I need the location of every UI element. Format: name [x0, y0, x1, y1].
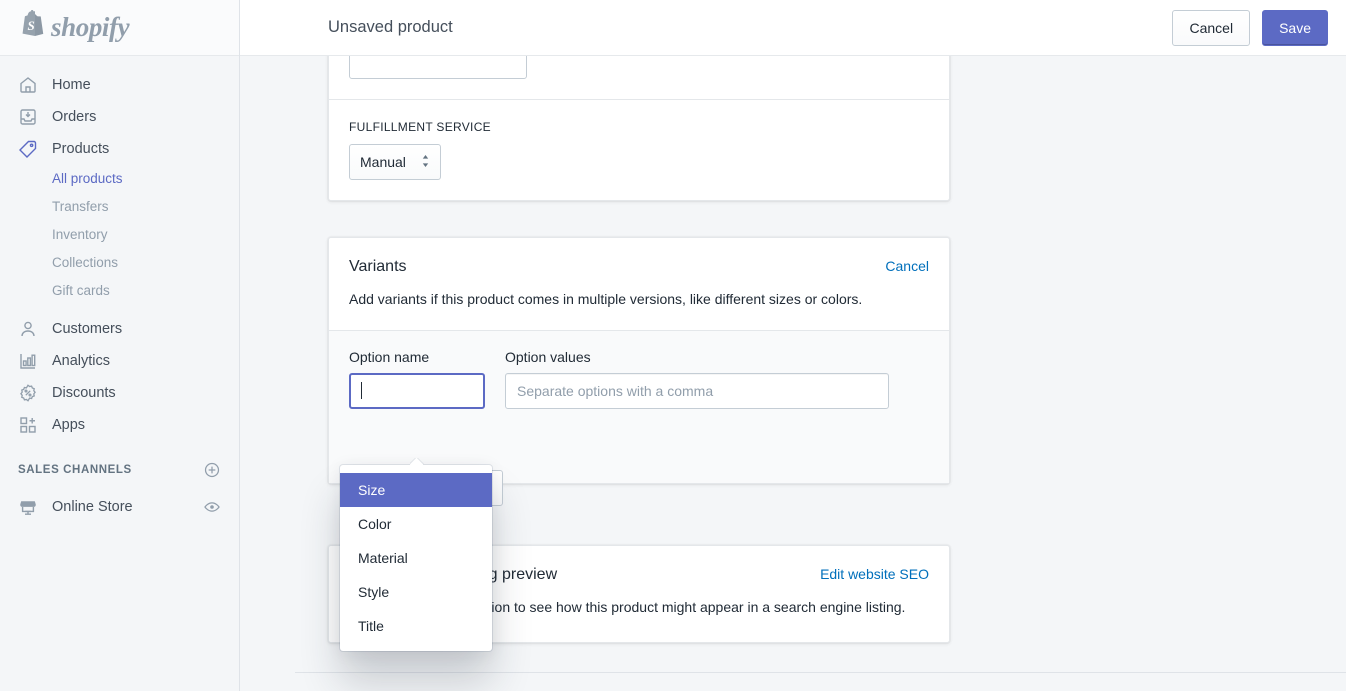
- sidebar-subitem-label: Gift cards: [52, 283, 110, 299]
- sidebar-item-products[interactable]: Products: [0, 133, 239, 165]
- sidebar-item-orders[interactable]: Orders: [0, 101, 239, 133]
- sidebar-item-label: Home: [52, 76, 91, 93]
- sidebar-subitem-transfers[interactable]: Transfers: [0, 193, 239, 221]
- products-tag-icon: [18, 139, 38, 159]
- sidebar-subitem-label: All products: [52, 171, 123, 187]
- variants-card-header: Variants Cancel: [329, 238, 949, 276]
- option-name-label: Option name: [349, 348, 430, 365]
- edit-website-seo-link[interactable]: Edit website SEO: [820, 566, 929, 582]
- shopify-admin-page: S shopify Home Orders Products All produ…: [0, 0, 1346, 691]
- dropdown-arrow: [410, 458, 424, 466]
- shopify-bag-logo-icon: S: [18, 9, 44, 45]
- dropdown-item-style[interactable]: Style: [340, 575, 492, 609]
- sku-section: [329, 56, 949, 99]
- sidebar-item-label: Apps: [52, 416, 86, 433]
- sales-channels-header: SALES CHANNELS: [0, 455, 239, 485]
- fulfillment-service-value: Manual: [360, 154, 406, 170]
- home-icon: [18, 75, 38, 95]
- sidebar: S shopify Home Orders Products All produ…: [0, 0, 240, 691]
- sidebar-item-home[interactable]: Home: [0, 69, 239, 101]
- sidebar-item-online-store[interactable]: Online Store: [0, 491, 239, 523]
- sidebar-subitem-inventory[interactable]: Inventory: [0, 221, 239, 249]
- dropdown-item-color[interactable]: Color: [340, 507, 492, 541]
- orders-inbox-icon: [18, 107, 38, 127]
- option-values-col: Option values Separate options with a co…: [505, 349, 889, 409]
- sidebar-subitem-all-products[interactable]: All products: [0, 165, 239, 193]
- inventory-card: FULFILLMENT SERVICE Manual: [328, 56, 950, 201]
- dropdown-item-material[interactable]: Material: [340, 541, 492, 575]
- top-bar: Unsaved product Cancel Save: [240, 0, 1346, 56]
- discount-percent-icon: [18, 383, 38, 403]
- sidebar-nav: Home Orders Products All products Transf…: [0, 56, 239, 523]
- select-updown-caret-icon: [421, 154, 430, 171]
- fulfillment-service-select[interactable]: Manual: [349, 144, 441, 180]
- sidebar-item-label: Analytics: [52, 352, 111, 369]
- dropdown-item-size[interactable]: Size: [340, 473, 492, 507]
- variants-title: Variants: [349, 258, 407, 275]
- sidebar-subitem-collections[interactable]: Collections: [0, 249, 239, 277]
- sidebar-subitem-gift-cards[interactable]: Gift cards: [0, 277, 239, 305]
- svg-text:S: S: [28, 18, 35, 33]
- variants-description: Add variants if this product comes in mu…: [349, 291, 863, 307]
- sidebar-subitem-label: Collections: [52, 255, 119, 271]
- analytics-bars-icon: [18, 351, 38, 371]
- sidebar-item-label: Discounts: [52, 384, 116, 401]
- apps-grid-plus-icon: [18, 415, 38, 435]
- content-bottom-divider: [295, 672, 1346, 673]
- customer-person-icon: [18, 319, 38, 339]
- sku-input[interactable]: [349, 56, 527, 79]
- sidebar-item-label: Online Store: [52, 499, 133, 515]
- save-button[interactable]: Save: [1262, 9, 1328, 46]
- option-name-input[interactable]: [349, 372, 485, 409]
- variants-cancel-link[interactable]: Cancel: [885, 258, 929, 274]
- sidebar-subitem-label: Inventory: [52, 227, 108, 243]
- sidebar-item-label: Orders: [52, 108, 97, 125]
- text-caret: [361, 382, 362, 400]
- sidebar-subitem-label: Transfers: [52, 199, 109, 215]
- storefront-icon: [18, 497, 38, 517]
- option-grid: Option name Option values Separate optio…: [349, 349, 929, 409]
- plus-circle-icon[interactable]: [203, 461, 221, 479]
- fulfillment-service-section: FULFILLMENT SERVICE Manual: [329, 100, 949, 200]
- sidebar-item-apps[interactable]: Apps: [0, 409, 239, 441]
- eye-icon[interactable]: [203, 498, 221, 516]
- sidebar-item-analytics[interactable]: Analytics: [0, 345, 239, 377]
- shopify-logo[interactable]: S shopify: [18, 9, 130, 45]
- option-values-label: Option values: [505, 348, 591, 365]
- option-action-row: [349, 425, 929, 461]
- cancel-button[interactable]: Cancel: [1172, 9, 1251, 46]
- option-values-input[interactable]: Separate options with a comma: [505, 372, 889, 409]
- option-values-placeholder: Separate options with a comma: [517, 382, 714, 399]
- sidebar-item-label: Products: [52, 140, 110, 157]
- page-title: Unsaved product: [328, 18, 453, 36]
- sidebar-logo-bar: S shopify: [0, 0, 239, 56]
- top-bar-actions: Cancel Save: [1172, 9, 1328, 46]
- shopify-wordmark: shopify: [51, 12, 130, 42]
- fulfillment-service-label: FULFILLMENT SERVICE: [349, 120, 491, 134]
- sidebar-item-discounts[interactable]: Discounts: [0, 377, 239, 409]
- option-name-dropdown[interactable]: Size Color Material Style Title: [340, 465, 492, 651]
- sales-channels-title: SALES CHANNELS: [18, 464, 132, 476]
- option-name-col: Option name: [349, 349, 505, 409]
- sidebar-item-label: Customers: [52, 320, 123, 337]
- dropdown-item-title[interactable]: Title: [340, 609, 492, 643]
- sidebar-item-customers[interactable]: Customers: [0, 313, 239, 345]
- variants-card: Variants Cancel Add variants if this pro…: [328, 237, 950, 484]
